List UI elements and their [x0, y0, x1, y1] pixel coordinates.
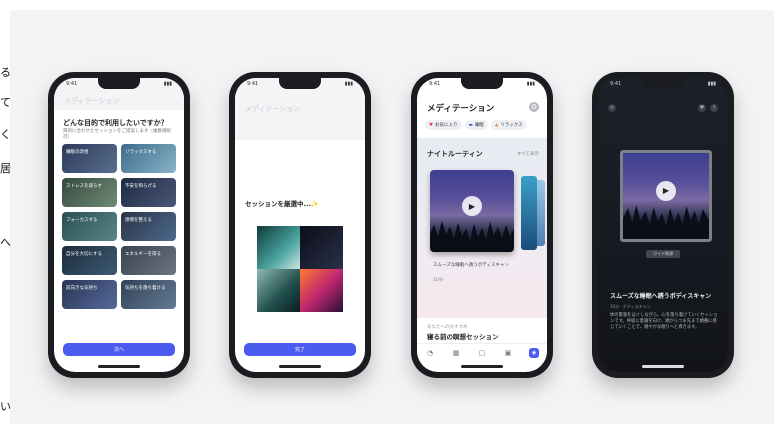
library-icon[interactable]: ▦ [451, 348, 461, 358]
collage-image [257, 226, 300, 269]
home-indicator [642, 365, 684, 368]
notch [279, 78, 321, 89]
category-chips: ♥ お気に入り ▬ 睡眠 ▲ リラックス [425, 120, 527, 130]
settings-icon[interactable]: ⚙ [529, 102, 539, 112]
phone-session-detail: 9:41 ▮▮▮ ✕ ♥ ↑ ▶ ガイド瞑想 スムーズな睡眠へ誘うボディスキャン … [592, 72, 734, 378]
status-time: 9:41 [66, 81, 78, 87]
phone-screen: 9:41 ▮▮▮ ✕ ♥ ↑ ▶ ガイド瞑想 スムーズな睡眠へ誘うボディスキャン … [598, 78, 728, 372]
card-duration: 10分 [433, 278, 444, 283]
battery-icon: ▮▮▮ [163, 81, 172, 87]
today-icon[interactable]: ◔ [425, 348, 435, 358]
chip-sleep[interactable]: ▬ 睡眠 [464, 120, 488, 130]
see-all-link[interactable]: すべて表示 [517, 151, 539, 157]
person-icon: ▲ [494, 122, 499, 128]
image-collage [257, 226, 343, 312]
option-tile[interactable]: エネルギーを得る [121, 246, 176, 275]
next-button[interactable]: 次へ [63, 343, 175, 356]
session-card[interactable]: ▶ [430, 170, 514, 252]
notch [642, 78, 684, 89]
option-tile[interactable]: フォーカスする [62, 212, 117, 241]
close-icon[interactable]: ✕ [608, 104, 616, 112]
edge-char: へ [0, 236, 11, 249]
session-title: スムーズな睡眠へ誘うボディスキャン [610, 293, 712, 300]
option-tile[interactable]: 気持ちを落ち着ける [121, 280, 176, 309]
share-icon[interactable]: ↑ [710, 104, 718, 112]
header-ghost-title: メディテーション [245, 105, 301, 113]
option-tile[interactable]: 自分を大切にする [62, 246, 117, 275]
status-time: 9:41 [429, 81, 441, 87]
phone-screen: 9:41 ▮▮▮ メディテーション セッションを厳選中...✨ 完了 [235, 78, 365, 372]
status-time: 9:41 [247, 81, 259, 87]
phone-screen: 9:41 ▮▮▮ メディテーション ⚙ ♥ お気に入り ▬ 睡眠 ▲ リラックス ナイト… [417, 78, 547, 372]
notch [98, 78, 140, 89]
bed-icon: ▬ [468, 122, 473, 128]
recommend-label: あなたへのおすすめ [427, 325, 468, 330]
cropped-text-column: る て く 居 へ い [0, 0, 16, 434]
notch [461, 78, 503, 89]
meditation-icon[interactable]: ◉ [529, 348, 539, 358]
phone-screen: 9:41 ▮▮▮ メディテーション どんな目的で利用したいですか？ 目的に合わせた… [54, 78, 184, 372]
question-subtitle: 目的に合わせたセッションをご提案します（複数選択可） [63, 129, 171, 140]
phone-meditation-home: 9:41 ▮▮▮ メディテーション ⚙ ♥ お気に入り ▬ 睡眠 ▲ リラックス ナイト… [411, 72, 553, 378]
tree-silhouette [430, 220, 514, 252]
edge-char: る [0, 66, 11, 79]
phone-goal-selection: 9:41 ▮▮▮ メディテーション どんな目的で利用したいですか？ 目的に合わせた… [48, 72, 190, 378]
edge-char: い [0, 400, 11, 413]
battery-icon: ▮▮▮ [344, 81, 353, 87]
session-description: 体の緊張をほぐしながら、心を落ち着けていくセッションです。呼吸に意識を向け、頭か… [610, 313, 718, 330]
done-button[interactable]: 完了 [244, 343, 356, 356]
battery-icon: ▮▮▮ [707, 81, 716, 87]
category-badge: ガイド瞑想 [646, 250, 680, 258]
status-time: 9:41 [610, 81, 622, 87]
option-grid: 睡眠の改善 リラックスする ストレスを減らす 不安を和らげる フォーカスする 感… [62, 144, 176, 309]
question-title: どんな目的で利用したいですか？ [63, 119, 168, 127]
session-artwork: ▶ [620, 150, 712, 242]
session-meta: 10分 · ボディスキャン [610, 304, 651, 309]
heart-icon[interactable]: ♥ [698, 104, 706, 112]
header-ghost-title: メディテーション [64, 97, 120, 105]
option-tile[interactable]: 感情を整える [121, 212, 176, 241]
option-tile[interactable]: 前向きな気持ち [62, 280, 117, 309]
play-icon[interactable]: ▶ [656, 180, 676, 201]
calendar-icon[interactable]: ▣ [503, 348, 513, 358]
option-tile[interactable]: ストレスを減らす [62, 178, 117, 207]
card-title: スムーズな睡眠へ誘うボディスキャン [433, 263, 509, 268]
tab-bar: ◔ ▦ ▢ ▣ ◉ [417, 343, 547, 362]
section-title: ナイトルーティン [427, 150, 483, 158]
collage-image [257, 269, 300, 312]
home-indicator [98, 365, 140, 368]
heart-icon: ♥ [429, 122, 434, 128]
battery-icon: ▮▮▮ [526, 81, 535, 87]
card-stack-back [521, 176, 537, 250]
top-controls: ✕ ♥ ↑ [608, 104, 718, 112]
sparkle-icon: ✨ [310, 200, 320, 208]
phone-loading: 9:41 ▮▮▮ メディテーション セッションを厳選中...✨ 完了 [229, 72, 371, 378]
page-title: メディテーション [427, 104, 495, 114]
play-icon[interactable]: ▶ [462, 196, 482, 217]
edge-char: て [0, 96, 11, 109]
home-indicator [279, 365, 321, 368]
option-tile[interactable]: 不安を和らげる [121, 178, 176, 207]
collage-image [300, 269, 343, 312]
chip-relax[interactable]: ▲ リラックス [490, 120, 527, 130]
recommend-title: 寝る前の瞑想セッション [427, 333, 499, 341]
home-indicator [461, 365, 503, 368]
option-tile[interactable]: 睡眠の改善 [62, 144, 117, 173]
chip-favorites[interactable]: ♥ お気に入り [425, 120, 462, 130]
loading-text: セッションを厳選中...✨ [245, 200, 320, 208]
chat-icon[interactable]: ▢ [477, 348, 487, 358]
edge-char: く [0, 128, 11, 141]
tree-silhouette [623, 205, 709, 239]
collage-image [300, 226, 343, 269]
option-tile[interactable]: リラックスする [121, 144, 176, 173]
edge-char: 居 [0, 162, 11, 175]
